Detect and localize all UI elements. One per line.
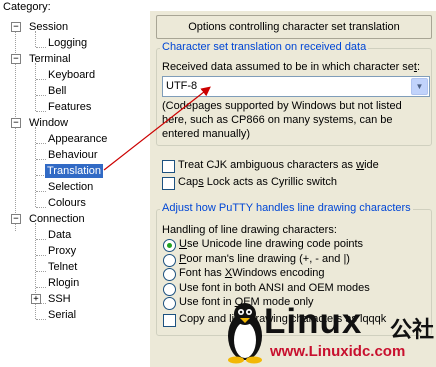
watermark-cn: 公社 <box>390 317 435 342</box>
watermark-brand: Linux <box>264 302 363 341</box>
penguin-logo-icon <box>228 303 262 364</box>
watermark: Linux 公社 www.Linuxidc.com <box>224 300 436 367</box>
watermark-url: www.Linuxidc.com <box>270 343 406 360</box>
